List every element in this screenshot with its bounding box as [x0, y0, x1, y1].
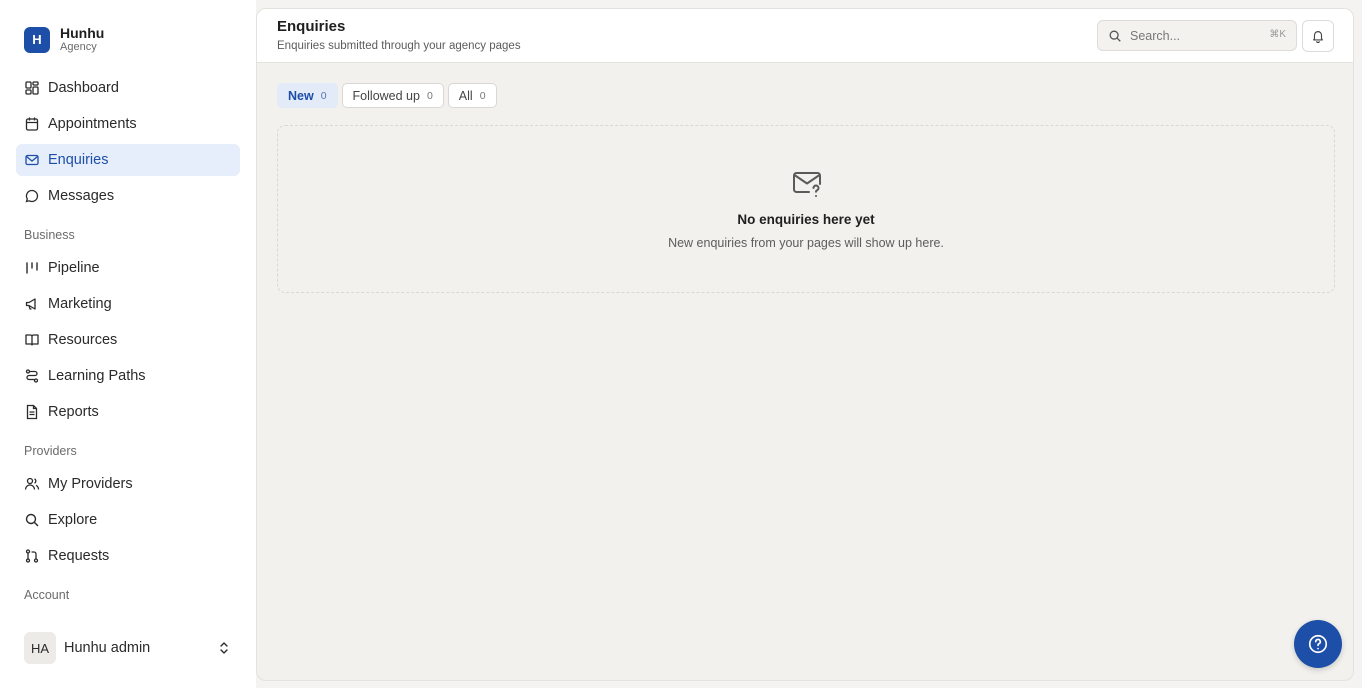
- sidebar: H Hunhu Agency Dashboard Appointments En…: [0, 0, 256, 688]
- tab-count: 0: [479, 89, 486, 102]
- page-subtitle: Enquiries submitted through your agency …: [277, 40, 521, 52]
- sidebar-item-label: My Providers: [48, 476, 133, 492]
- help-icon: [1308, 634, 1328, 654]
- avatar: HA: [24, 632, 56, 664]
- sidebar-item-label: Enquiries: [48, 152, 109, 168]
- search-icon: [1109, 30, 1121, 42]
- help-button[interactable]: [1294, 620, 1342, 668]
- main-panel: Enquiries Enquiries submitted through yo…: [256, 8, 1354, 681]
- page-title: Enquiries: [277, 18, 346, 35]
- sidebar-item-resources[interactable]: Resources: [16, 324, 240, 356]
- section-label-business: Business: [24, 228, 75, 242]
- tab-followed-up[interactable]: Followed up 0: [341, 83, 444, 108]
- search-placeholder: Search...: [1130, 28, 1181, 43]
- sidebar-item-label: Appointments: [48, 116, 137, 132]
- sidebar-item-appointments[interactable]: Appointments: [16, 108, 240, 140]
- sidebar-item-messages[interactable]: Messages: [16, 180, 240, 212]
- pipeline-icon: [24, 260, 40, 276]
- user-menu[interactable]: HA Hunhu admin: [24, 632, 240, 664]
- brand[interactable]: H Hunhu Agency: [24, 26, 104, 53]
- brand-subtitle: Agency: [60, 41, 97, 53]
- sidebar-item-label: Requests: [48, 548, 110, 564]
- sidebar-item-label: Resources: [48, 332, 118, 348]
- sidebar-item-explore[interactable]: Explore: [16, 504, 240, 536]
- bell-icon: [1313, 31, 1323, 43]
- sidebar-item-dashboard[interactable]: Dashboard: [16, 72, 240, 104]
- sidebar-item-learning-paths[interactable]: Learning Paths: [16, 360, 240, 392]
- sidebar-item-reports[interactable]: Reports: [16, 396, 240, 428]
- chevron-up-down-icon: [220, 642, 228, 654]
- dashboard-icon: [24, 80, 40, 96]
- filter-tabs: New 0 Followed up 0 All 0: [277, 83, 501, 108]
- book-icon: [24, 332, 40, 348]
- brand-name: Hunhu: [60, 25, 105, 41]
- brand-logo: H: [24, 26, 50, 53]
- sidebar-item-label: Pipeline: [48, 260, 100, 276]
- sidebar-item-label: Reports: [48, 404, 99, 420]
- section-label-providers: Providers: [24, 444, 77, 458]
- message-icon: [24, 188, 40, 204]
- sidebar-item-label: Dashboard: [48, 80, 119, 96]
- tab-label: All: [458, 88, 473, 103]
- megaphone-icon: [24, 296, 40, 312]
- section-label-account: Account: [24, 588, 70, 602]
- sidebar-item-label: Explore: [48, 512, 98, 528]
- empty-title: No enquiries here yet: [737, 212, 875, 227]
- tab-all[interactable]: All 0: [447, 83, 497, 108]
- users-icon: [24, 476, 40, 492]
- route-icon: [24, 368, 40, 384]
- notifications-button[interactable]: [1302, 20, 1334, 52]
- header: Enquiries Enquiries submitted through yo…: [257, 9, 1353, 63]
- tab-new[interactable]: New 0: [277, 83, 338, 108]
- search-shortcut: ⌘K: [1269, 29, 1286, 40]
- empty-state: No enquiries here yet New enquiries from…: [277, 125, 1335, 293]
- mail-question-icon: [793, 172, 821, 197]
- report-icon: [24, 404, 40, 420]
- sidebar-item-enquiries[interactable]: Enquiries: [16, 144, 240, 176]
- search-input[interactable]: Search... ⌘K: [1097, 20, 1297, 51]
- sidebar-item-label: Marketing: [48, 296, 112, 312]
- pull-request-icon: [24, 548, 40, 564]
- sidebar-item-marketing[interactable]: Marketing: [16, 288, 240, 320]
- mail-icon: [24, 152, 40, 168]
- user-name: Hunhu admin: [64, 640, 151, 656]
- tab-count: 0: [426, 89, 433, 102]
- sidebar-item-label: Messages: [48, 188, 115, 204]
- empty-description: New enquiries from your pages will show …: [668, 236, 944, 250]
- sidebar-item-label: Learning Paths: [48, 368, 146, 384]
- sidebar-item-pipeline[interactable]: Pipeline: [16, 252, 240, 284]
- tab-label: Followed up: [352, 88, 420, 103]
- search-icon: [24, 512, 40, 528]
- calendar-icon: [24, 116, 40, 132]
- sidebar-item-my-providers[interactable]: My Providers: [16, 468, 240, 500]
- tab-label: New: [288, 88, 314, 103]
- sidebar-item-requests[interactable]: Requests: [16, 540, 240, 572]
- tab-count: 0: [320, 89, 327, 102]
